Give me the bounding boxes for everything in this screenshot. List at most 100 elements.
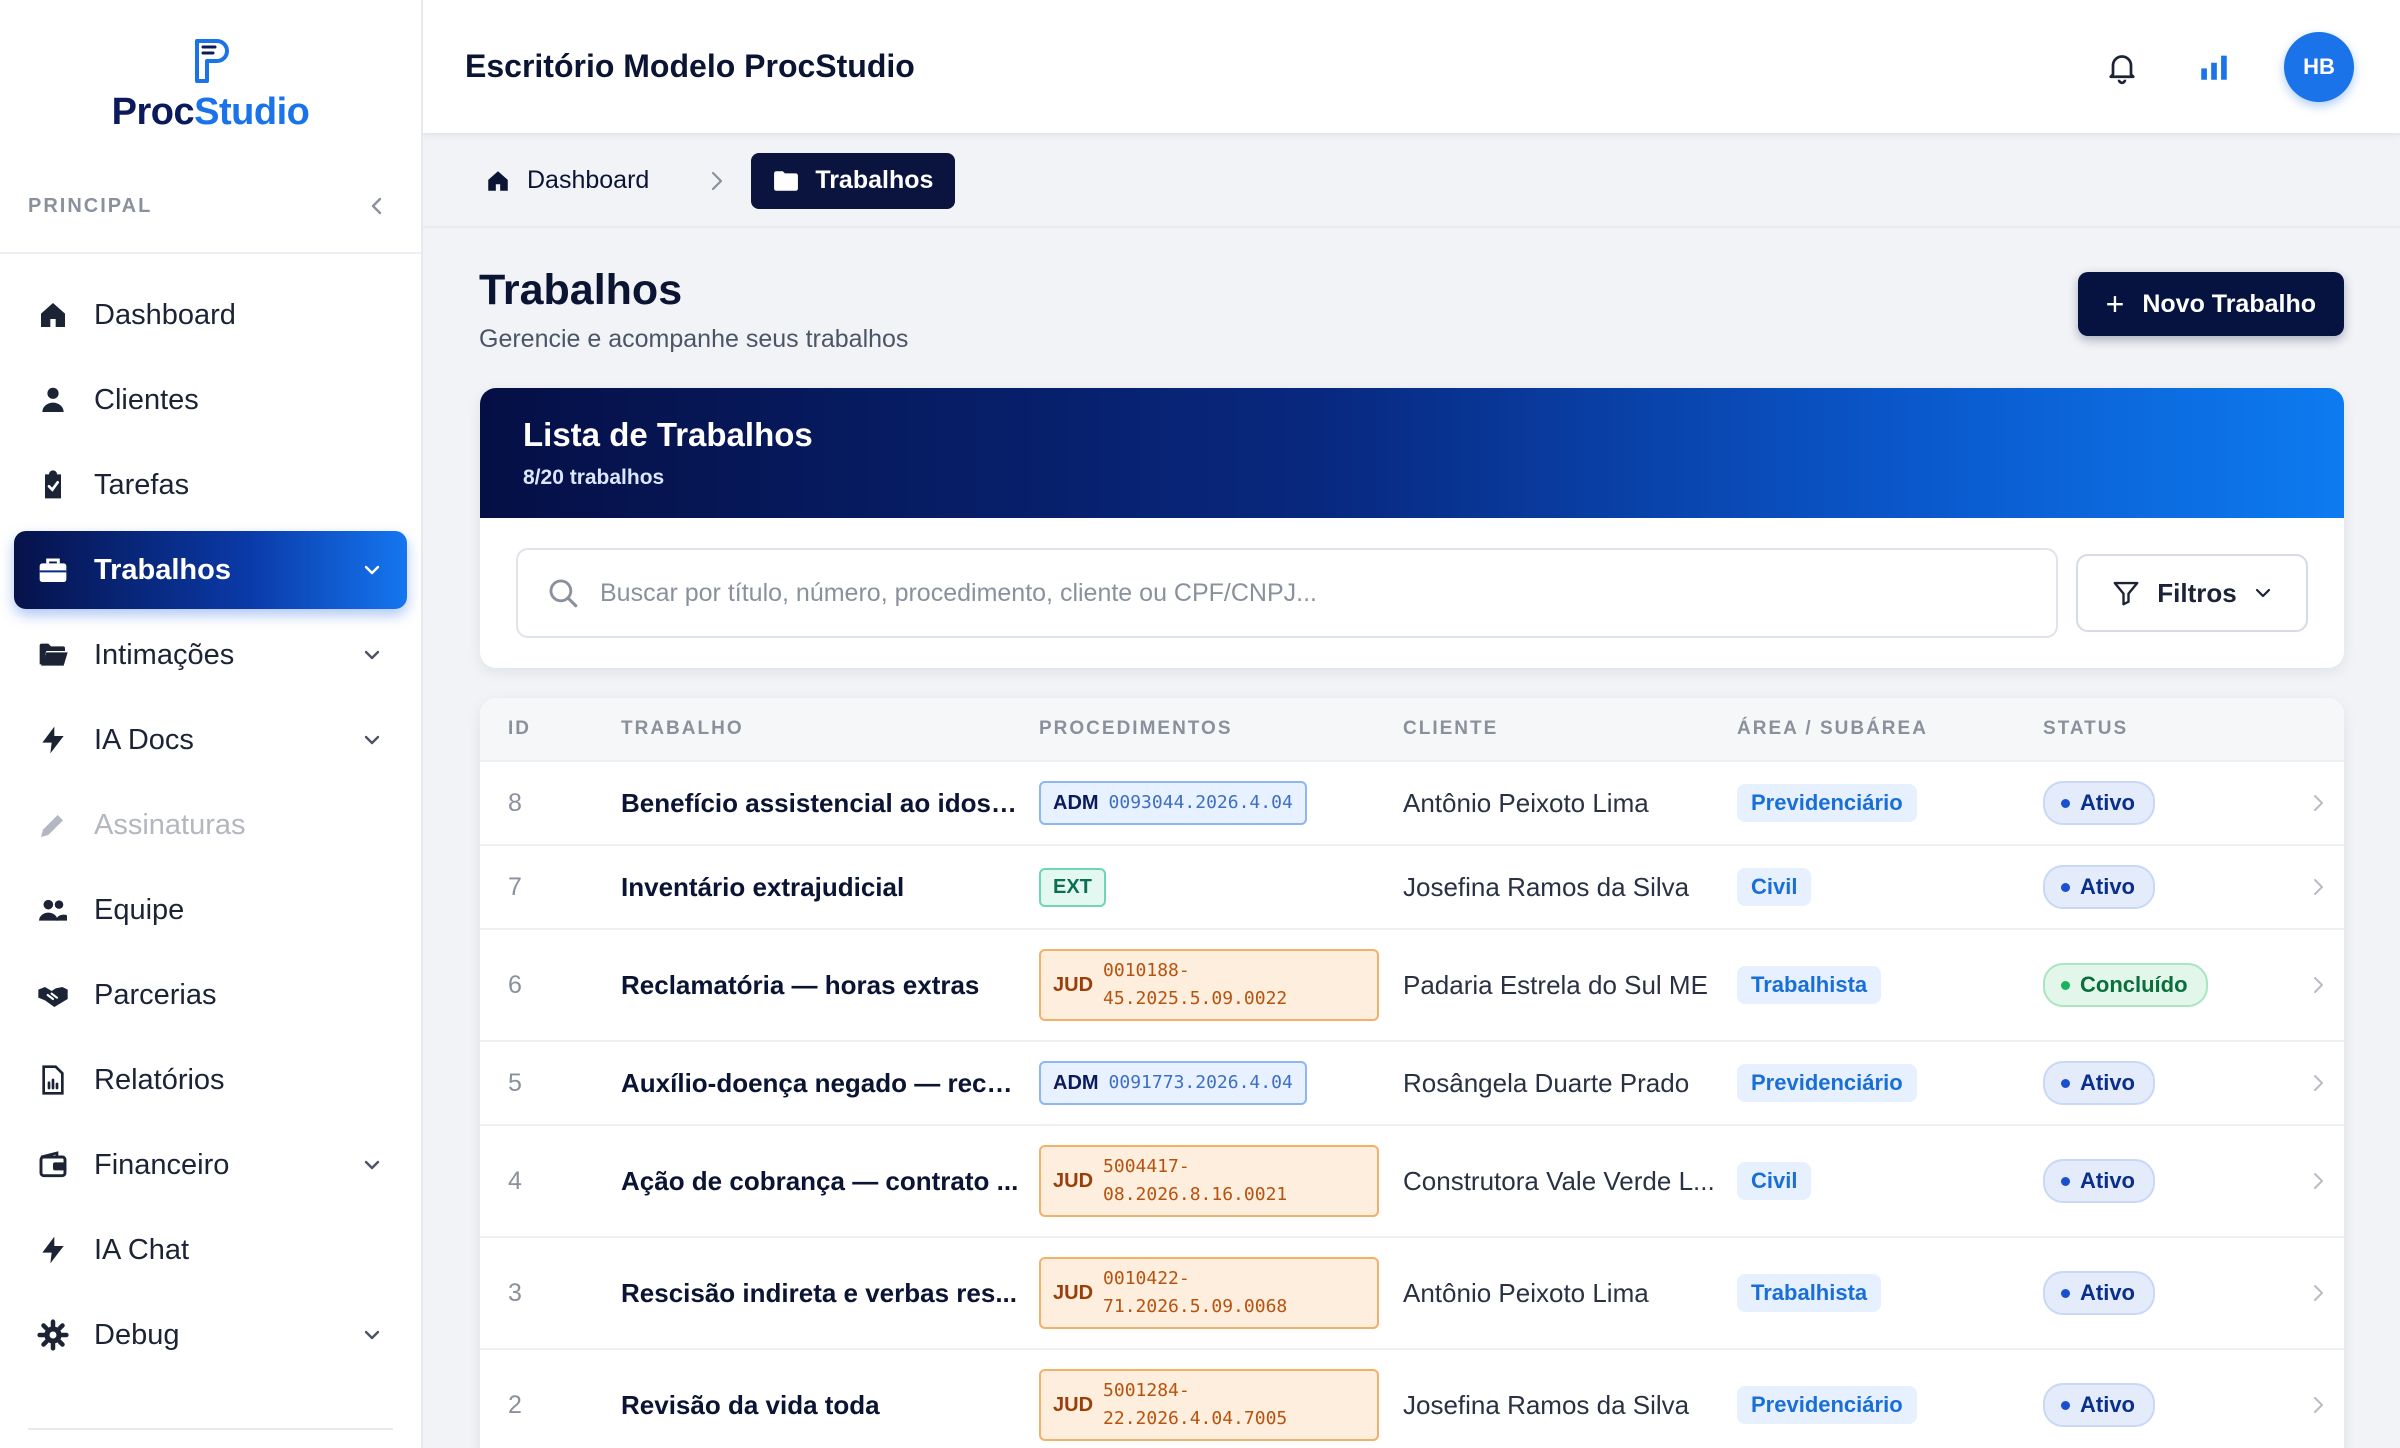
column-header-id[interactable]: ID [480,718,621,740]
search-input[interactable] [600,578,2028,608]
breadcrumb-trabalhos[interactable]: Trabalhos [751,152,956,209]
sidebar-item-ia-chat[interactable]: IA Chat [14,1211,407,1289]
chevron-down-icon[interactable] [359,557,385,583]
row-work-title[interactable]: Revisão da vida toda [621,1390,1039,1421]
procedure-badge[interactable]: JUD 5001284- 22.2026.4.04.7005 [1039,1369,1379,1441]
area-badge: Trabalhista [1737,966,1882,1004]
row-procedures: ADM 0091773.2026.4.04 [1039,1061,1403,1105]
sidebar-item-label: Equipe [94,893,185,926]
chevron-right-icon [2314,1075,2323,1091]
row-open-button[interactable] [2299,1073,2339,1093]
row-open-button[interactable] [2299,1171,2339,1191]
row-client[interactable]: Josefina Ramos da Silva [1403,1390,1737,1421]
status-dot-icon [2061,980,2070,990]
status-label: Ativo [2080,1070,2135,1095]
sidebar-section-header: PRINCIPAL [0,160,421,254]
procedure-type: JUD [1053,973,1094,996]
column-header-client[interactable]: CLIENTE [1403,718,1737,740]
row-client[interactable]: Antônio Peixoto Lima [1403,788,1737,819]
chevron-down-icon[interactable] [359,1322,385,1348]
column-header-status[interactable]: STATUS [2043,718,2299,740]
table-row[interactable]: 5 Auxílio-doença negado — recu... ADM 00917… [480,1042,2344,1126]
work-list-header: Lista de Trabalhos 8/20 trabalhos [480,388,2344,518]
sidebar-item-debug[interactable]: Debug [14,1296,407,1374]
procedure-badge[interactable]: ADM 0093044.2026.4.04 [1039,781,1307,825]
row-client[interactable]: Rosângela Duarte Prado [1403,1068,1737,1099]
row-work-title[interactable]: Reclamatória — horas extras [621,970,1039,1001]
status-dot-icon [2061,1288,2070,1298]
procedure-badge[interactable]: EXT [1039,867,1106,907]
chevron-down-icon[interactable] [359,727,385,753]
sidebar-item-label: Assinaturas [94,808,246,841]
row-open-button[interactable] [2299,975,2339,995]
column-header-area[interactable]: ÁREA / SUBÁREA [1737,718,2043,740]
procedure-badge[interactable]: ADM 0091773.2026.4.04 [1039,1061,1307,1105]
breadcrumb-dashboard[interactable]: Dashboard [463,153,671,209]
row-open-button[interactable] [2299,1283,2339,1303]
sidebar: ProcStudio PRINCIPAL Dashboard Clientes Ta… [0,0,423,1448]
row-area: Civil [1737,868,2043,906]
search-box[interactable] [516,548,2058,638]
sidebar-item-dashboard[interactable]: Dashboard [14,276,407,354]
brand-logo[interactable]: ProcStudio [0,0,421,160]
table-row[interactable]: 8 Benefício assistencial ao idoso... ADM 00… [480,762,2344,846]
folder-open-icon [36,638,70,672]
row-client[interactable]: Josefina Ramos da Silva [1403,872,1737,903]
row-work-title[interactable]: Ação de cobrança — contrato ... [621,1166,1039,1197]
row-open-button[interactable] [2299,793,2339,813]
row-work-title[interactable]: Auxílio-doença negado — recu... [621,1068,1039,1099]
procedure-number: 0010188- 45.2025.5.09.0022 [1103,960,1288,1009]
row-work-title[interactable]: Benefício assistencial ao idoso... [621,788,1039,819]
analytics-button[interactable] [2190,43,2238,91]
notifications-button[interactable] [2098,43,2146,91]
area-badge: Previdenciário [1737,1386,1917,1424]
table-row[interactable]: 7 Inventário extrajudicial EXT Josefina Ram… [480,846,2344,930]
row-work-title[interactable]: Rescisão indireta e verbas res... [621,1278,1039,1309]
sidebar-item-tarefas[interactable]: Tarefas [14,446,407,524]
sidebar-item-trabalhos[interactable]: Trabalhos [14,531,407,609]
main-content: Escritório Modelo ProcStudio HB Dashboar… [423,0,2400,1448]
column-header-procedures[interactable]: PROCEDIMENTOS [1039,718,1403,740]
row-id: 2 [508,1390,522,1419]
column-header-work[interactable]: TRABALHO [621,718,1039,740]
sidebar-item-assinaturas[interactable]: Assinaturas [14,786,407,864]
sidebar-collapse-button[interactable] [361,190,393,222]
sidebar-item-relatorios[interactable]: Relatórios [14,1041,407,1119]
sidebar-item-intimacoes[interactable]: Intimações [14,616,407,694]
status-label: Ativo [2080,874,2135,899]
row-open-button[interactable] [2299,1395,2339,1415]
procedure-badge[interactable]: JUD 0010422- 71.2026.5.09.0068 [1039,1257,1379,1329]
row-open-button[interactable] [2299,877,2339,897]
handshake-icon [36,978,70,1012]
status-dot-icon [2061,798,2070,808]
area-badge: Previdenciário [1737,784,1917,822]
new-work-button[interactable]: + Novo Trabalho [2077,272,2344,336]
table-row[interactable]: 4 Ação de cobrança — contrato ... JUD 50044… [480,1126,2344,1238]
row-work-title[interactable]: Inventário extrajudicial [621,872,1039,903]
sidebar-item-equipe[interactable]: Equipe [14,871,407,949]
chevron-down-icon[interactable] [359,642,385,668]
sidebar-item-label: Tarefas [94,468,190,501]
row-client[interactable]: Construtora Vale Verde L... [1403,1166,1737,1197]
table-row[interactable]: 6 Reclamatória — horas extras JUD 0010188- … [480,930,2344,1042]
procedure-badge[interactable]: JUD 5004417- 08.2026.8.16.0021 [1039,1145,1379,1217]
filters-button[interactable]: Filtros [2076,554,2308,632]
sidebar-item-financeiro[interactable]: Financeiro [14,1126,407,1204]
chevron-down-icon[interactable] [359,1152,385,1178]
procedure-number: 0093044.2026.4.04 [1108,792,1293,813]
sidebar-item-clientes[interactable]: Clientes [14,361,407,439]
user-avatar[interactable]: HB [2284,31,2354,102]
procedure-number: 5001284- 22.2026.4.04.7005 [1103,1380,1288,1429]
row-client[interactable]: Padaria Estrela do Sul ME [1403,970,1737,1001]
status-label: Ativo [2080,1280,2135,1305]
sidebar-item-parcerias[interactable]: Parcerias [14,956,407,1034]
procedure-badge[interactable]: JUD 0010188- 45.2025.5.09.0022 [1039,949,1379,1021]
sidebar-item-ia-docs[interactable]: IA Docs [14,701,407,779]
row-id: 3 [508,1278,522,1307]
status-badge: Concluído [2043,963,2208,1007]
status-dot-icon [2061,1400,2070,1410]
table-row[interactable]: 2 Revisão da vida toda JUD 5001284- 22.2026… [480,1350,2344,1448]
table-row[interactable]: 3 Rescisão indireta e verbas res... JUD 001… [480,1238,2344,1350]
row-client[interactable]: Antônio Peixoto Lima [1403,1278,1737,1309]
sidebar-item-label: Parcerias [94,978,217,1011]
